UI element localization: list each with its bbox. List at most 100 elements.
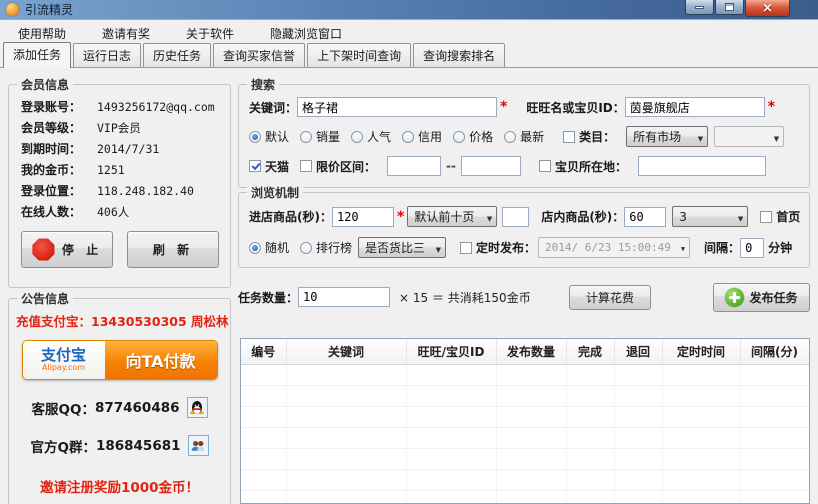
checkbox-off-icon [563,130,576,143]
minimize-button[interactable] [685,0,714,15]
column-wangwang-id: 旺旺/宝贝ID [406,339,497,365]
category-label: 类目： [579,130,616,144]
sort-price-label: 价格 [469,130,494,144]
radio-on-icon [249,130,261,143]
level-row: 会员等级： VIP会员 [21,118,230,139]
menu-help[interactable]: 使用帮助 [14,23,70,44]
sort-radio-credit[interactable]: 信用 [402,128,442,145]
qq-penguin-icon[interactable] [186,397,208,418]
chevron-down-icon [482,210,492,224]
column-schedule-time: 定时时间 [662,339,741,365]
wangwang-input[interactable] [624,97,765,117]
caption-buttons [684,0,790,17]
tab-search-rank[interactable]: 查询搜索排名 [413,43,506,67]
expire-value: 2014/7/31 [97,142,160,156]
tab-run-log[interactable]: 运行日志 [73,43,142,67]
price-range-checkbox[interactable]: 限价区间： [300,158,376,175]
publish-task-button[interactable]: 发布任务 [713,282,810,312]
menu-hide-browser[interactable]: 隐藏浏览窗口 [266,23,346,44]
member-info-rows: 登录账号： 1493256172@qq.com 会员等级： VIP会员 到期时间： 2… [9,85,230,223]
official-qgroup-row: 官方Q群： 186845681 [9,435,230,456]
menu-invite[interactable]: 邀请有奖 [98,23,154,44]
radio-off-icon [300,241,313,254]
title-bar: 引流精灵 [0,0,818,20]
tab-shelf-time[interactable]: 上下架时间查询 [307,43,412,67]
maximize-button[interactable] [715,0,744,15]
pages-extra-input[interactable] [502,206,530,227]
tab-add-task[interactable]: 添加任务 [3,42,72,68]
refresh-button[interactable]: 刷 新 [127,231,219,268]
alipay-brand-text: 支付宝 [40,346,86,364]
member-info-group: 会员信息 登录账号： 1493256172@qq.com 会员等级： VIP会员 到… [8,76,231,288]
homepage-label: 首页 [776,210,801,224]
in-shop-seconds-input[interactable] [624,206,667,227]
expire-label: 到期时间： [21,142,82,156]
stop-sign-icon [32,238,55,261]
tab-buyer-credit[interactable]: 查询买家信誉 [213,43,306,67]
in-shop-count-dropdown[interactable]: 3 [672,206,749,227]
keyword-input[interactable] [297,97,498,117]
coins-label: 我的金币： [21,163,82,177]
compare-dropdown[interactable]: 是否货比三 [358,237,447,258]
account-label: 登录账号： [21,100,82,114]
service-qq-label: 客服QQ： [31,401,95,418]
qq-group-icon[interactable] [187,435,209,456]
task-quantity-row: 任务数量： × 15 ＝ 共消耗150金币 计算花费 发布任务 [238,280,810,314]
browse-group-title: 浏览机制 [247,184,304,201]
account-value: 1493256172@qq.com [97,100,215,114]
sort-radio-sales[interactable]: 销量 [300,128,340,145]
sort-radio-popularity[interactable]: 人气 [351,128,391,145]
sort-sales-label: 销量 [316,130,341,144]
publish-task-label: 发布任务 [749,290,798,305]
task-table[interactable]: 编号 关键词 旺旺/宝贝ID 发布数量 完成 退回 定时时间 间隔(分) [240,338,810,504]
category-sub-dropdown[interactable] [714,126,785,147]
official-qgroup-label: 官方Q群： [30,439,96,456]
pages-value: 默认前十页 [414,210,475,224]
menu-about[interactable]: 关于软件 [182,23,238,44]
refresh-button-label: 刷 新 [152,243,194,257]
random-radio[interactable]: 随机 [249,239,289,256]
ranking-label: 排行榜 [316,241,353,255]
alipay-pay-label: 向TA付款 [104,341,217,379]
checkbox-off-icon [300,160,313,172]
item-location-checkbox[interactable]: 宝贝所在地： [539,158,627,175]
price-max-input[interactable] [461,156,521,176]
column-complete: 完成 [566,339,615,365]
price-min-input[interactable] [387,156,442,176]
ranking-radio[interactable]: 排行榜 [300,239,352,256]
pages-dropdown[interactable]: 默认前十页 [407,206,498,227]
sort-popularity-label: 人气 [367,130,392,144]
online-value: 406人 [97,205,130,219]
item-location-input[interactable] [638,156,767,176]
maximize-icon [725,3,734,11]
sort-radio-newest[interactable]: 最新 [504,128,544,145]
alipay-logo: 支付宝 Alipay.com [22,341,105,379]
sort-radio-default[interactable]: 默认 [249,128,289,145]
interval-input[interactable] [740,237,765,258]
table-row [241,490,809,503]
online-row: 在线人数： 406人 [21,202,230,223]
calculate-cost-button[interactable]: 计算花费 [569,284,651,310]
alipay-pay-button[interactable]: 支付宝 Alipay.com 向TA付款 [21,340,218,380]
category-market-dropdown[interactable]: 所有市场 [626,126,709,147]
radio-off-icon [300,130,313,143]
task-quantity-input[interactable] [298,287,391,307]
column-interval-min: 间隔(分) [740,339,809,365]
search-group: 搜索 关键词： * 旺旺名或宝贝ID： * 默认 销量 人气 信用 价格 最新 … [238,76,810,188]
tmall-checkbox[interactable]: 天猫 [249,158,289,175]
enter-shop-seconds-input[interactable] [331,206,394,227]
sort-radio-price[interactable]: 价格 [453,128,493,145]
checkbox-off-icon [460,241,473,254]
homepage-checkbox[interactable]: 首页 [760,208,800,225]
chevron-down-icon [733,210,743,224]
task-table-body [241,364,809,503]
schedule-checkbox[interactable]: 定时发布： [460,239,536,256]
checkbox-off-icon [539,160,551,172]
table-row [241,469,809,491]
schedule-datetime-picker[interactable]: 2014/ 6/23 15:00:49 [538,237,691,258]
browse-row-2: 随机 排行榜 是否货比三 定时发布： 2014/ 6/23 15:00:49 间… [239,227,809,258]
tab-history[interactable]: 历史任务 [143,43,212,67]
close-button[interactable] [745,0,790,17]
category-checkbox[interactable]: 类目： [563,128,615,145]
stop-button[interactable]: 停 止 [21,231,113,268]
